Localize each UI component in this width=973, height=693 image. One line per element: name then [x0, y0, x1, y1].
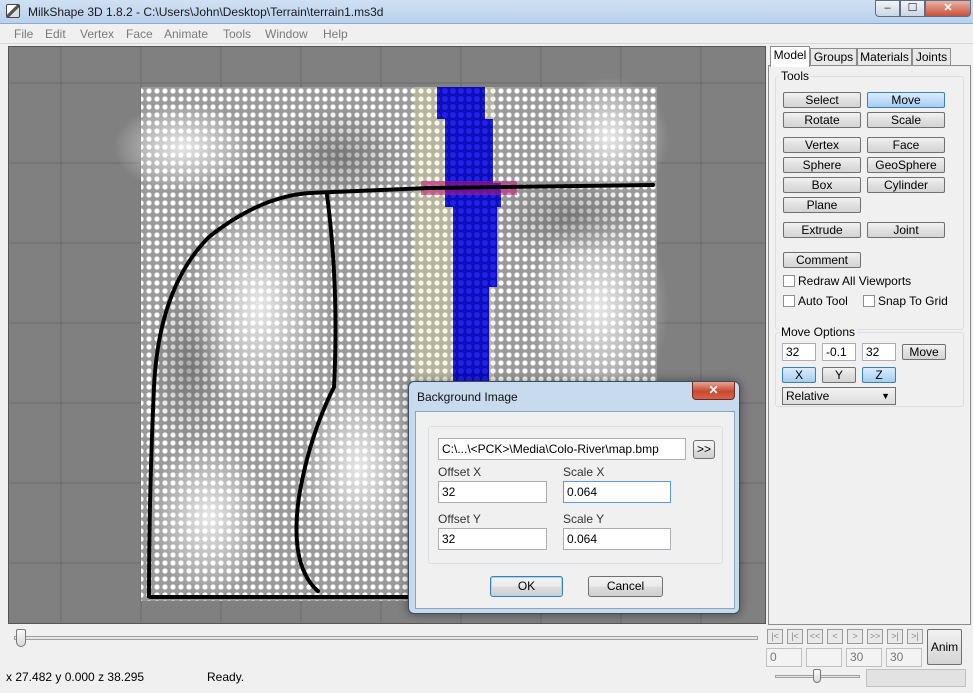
tab-model[interactable]: Model	[770, 46, 810, 67]
box-button[interactable]: Box	[783, 177, 861, 193]
rewind-button[interactable]: <<	[807, 629, 823, 644]
status-progress-field	[866, 669, 966, 687]
move-mode-select[interactable]: Relative ▼	[782, 387, 896, 405]
tab-materials[interactable]: Materials	[857, 48, 912, 66]
anim-button[interactable]: Anim	[927, 629, 962, 665]
joint-button[interactable]: Joint	[867, 222, 945, 238]
redraw-all-checkbox[interactable]: Redraw All Viewports	[783, 274, 911, 288]
last-frame-button[interactable]: >|	[907, 629, 923, 644]
redraw-all-checkbox-box[interactable]	[783, 275, 795, 287]
dialog-body: C:\...\<PCK>\Media\Colo-River\map.bmp >>…	[415, 411, 735, 609]
menu-tools[interactable]: Tools	[223, 27, 251, 41]
image-path-field[interactable]: C:\...\<PCK>\Media\Colo-River\map.bmp	[438, 438, 686, 460]
first-frame-button[interactable]: |<	[767, 629, 783, 644]
current-frame-field[interactable]: 0	[766, 648, 802, 667]
tab-groups[interactable]: Groups	[810, 48, 857, 66]
offset-y-label: Offset Y	[438, 512, 481, 526]
move-tool-button[interactable]: Move	[867, 92, 945, 108]
speed-slider-thumb[interactable]	[813, 669, 821, 683]
ok-button[interactable]: OK	[490, 576, 563, 597]
snap-to-grid-checkbox-box[interactable]	[863, 295, 875, 307]
milkshape-app-icon	[6, 4, 20, 18]
auto-tool-label: Auto Tool	[798, 294, 848, 308]
axis-x-toggle[interactable]: X	[782, 367, 816, 383]
dialog-title: Background Image	[417, 390, 518, 404]
tab-joints[interactable]: Joints	[912, 48, 951, 66]
menu-help[interactable]: Help	[323, 27, 348, 41]
cancel-button[interactable]: Cancel	[588, 576, 663, 597]
tools-group-label: Tools	[779, 69, 812, 83]
offset-x-label: Offset X	[438, 465, 482, 479]
menu-face[interactable]: Face	[126, 27, 153, 41]
snap-to-grid-label: Snap To Grid	[878, 294, 948, 308]
minimize-button[interactable]: –	[875, 0, 900, 17]
face-button[interactable]: Face	[867, 137, 945, 153]
scale-x-field[interactable]	[563, 481, 671, 503]
frame-end-field[interactable]: 30	[886, 648, 922, 667]
menu-vertex[interactable]: Vertex	[80, 27, 114, 41]
maximize-button[interactable]: ☐	[900, 0, 925, 17]
menu-edit[interactable]: Edit	[45, 27, 66, 41]
menu-animate[interactable]: Animate	[164, 27, 208, 41]
sphere-button[interactable]: Sphere	[783, 157, 861, 173]
auto-tool-checkbox-box[interactable]	[783, 295, 795, 307]
plane-button[interactable]: Plane	[783, 197, 861, 213]
axis-y-toggle[interactable]: Y	[822, 367, 856, 383]
scale-y-field[interactable]	[563, 528, 671, 550]
model-tab-body: Tools Select Move Rotate Scale Vertex Fa…	[768, 65, 971, 625]
cursor-coordinates: x 27.482 y 0.000 z 38.295	[6, 670, 145, 684]
rotate-button[interactable]: Rotate	[783, 112, 861, 128]
status-bar: x 27.482 y 0.000 z 38.295 Ready.	[0, 667, 973, 693]
snap-to-grid-checkbox[interactable]: Snap To Grid	[863, 294, 948, 308]
next-key-button[interactable]: >|	[887, 629, 903, 644]
animation-timeline[interactable]	[8, 626, 766, 650]
prev-frame-button[interactable]: <	[827, 629, 843, 644]
move-x-field[interactable]	[782, 343, 816, 361]
prev-key-button[interactable]: |<	[787, 629, 803, 644]
browse-button[interactable]: >>	[693, 440, 715, 459]
frame-start-field[interactable]: 30	[846, 648, 882, 667]
geosphere-button[interactable]: GeoSphere	[867, 157, 945, 173]
frame-blank-field[interactable]	[806, 648, 842, 667]
dialog-close-button[interactable]: ✕	[692, 382, 735, 400]
close-button[interactable]: ✕	[925, 0, 971, 17]
timeline-slider-thumb[interactable]	[16, 629, 26, 647]
tool-panel: Model Groups Materials Joints Tools Sele…	[768, 44, 971, 625]
auto-tool-checkbox[interactable]: Auto Tool	[783, 294, 848, 308]
extrude-button[interactable]: Extrude	[783, 222, 861, 238]
timeline-track[interactable]	[14, 636, 758, 640]
menu-file[interactable]: File	[14, 27, 33, 41]
offset-x-field[interactable]	[438, 481, 547, 503]
dialog-fields-group: C:\...\<PCK>\Media\Colo-River\map.bmp >>…	[428, 426, 723, 564]
axis-z-toggle[interactable]: Z	[862, 367, 896, 383]
move-y-field[interactable]	[822, 343, 856, 361]
scale-button[interactable]: Scale	[867, 112, 945, 128]
move-z-field[interactable]	[862, 343, 896, 361]
dropdown-arrow-icon: ▼	[881, 391, 890, 401]
fast-forward-button[interactable]: >>	[867, 629, 883, 644]
status-text: Ready.	[207, 670, 245, 684]
next-frame-button[interactable]: >	[847, 629, 863, 644]
scale-x-label: Scale X	[563, 465, 605, 479]
panel-tabs: Model Groups Materials Joints	[768, 46, 971, 67]
window-title: MilkShape 3D 1.8.2 - C:\Users\John\Deskt…	[28, 5, 384, 19]
background-image-dialog: Background Image ✕ C:\...\<PCK>\Media\Co…	[408, 381, 740, 614]
select-button[interactable]: Select	[783, 92, 861, 108]
move-apply-button[interactable]: Move	[902, 344, 946, 360]
menu-bar: File Edit Vertex Face Animate Tools Wind…	[0, 24, 973, 44]
move-mode-value: Relative	[786, 389, 830, 403]
move-options-label: Move Options	[779, 325, 858, 339]
title-bar: MilkShape 3D 1.8.2 - C:\Users\John\Deskt…	[0, 0, 973, 24]
redraw-all-label: Redraw All Viewports	[798, 274, 912, 288]
cylinder-button[interactable]: Cylinder	[867, 177, 945, 193]
scale-y-label: Scale Y	[563, 512, 605, 526]
comment-button[interactable]: Comment	[783, 252, 861, 268]
offset-y-field[interactable]	[438, 528, 547, 550]
menu-window[interactable]: Window	[265, 27, 308, 41]
vertex-button[interactable]: Vertex	[783, 137, 861, 153]
